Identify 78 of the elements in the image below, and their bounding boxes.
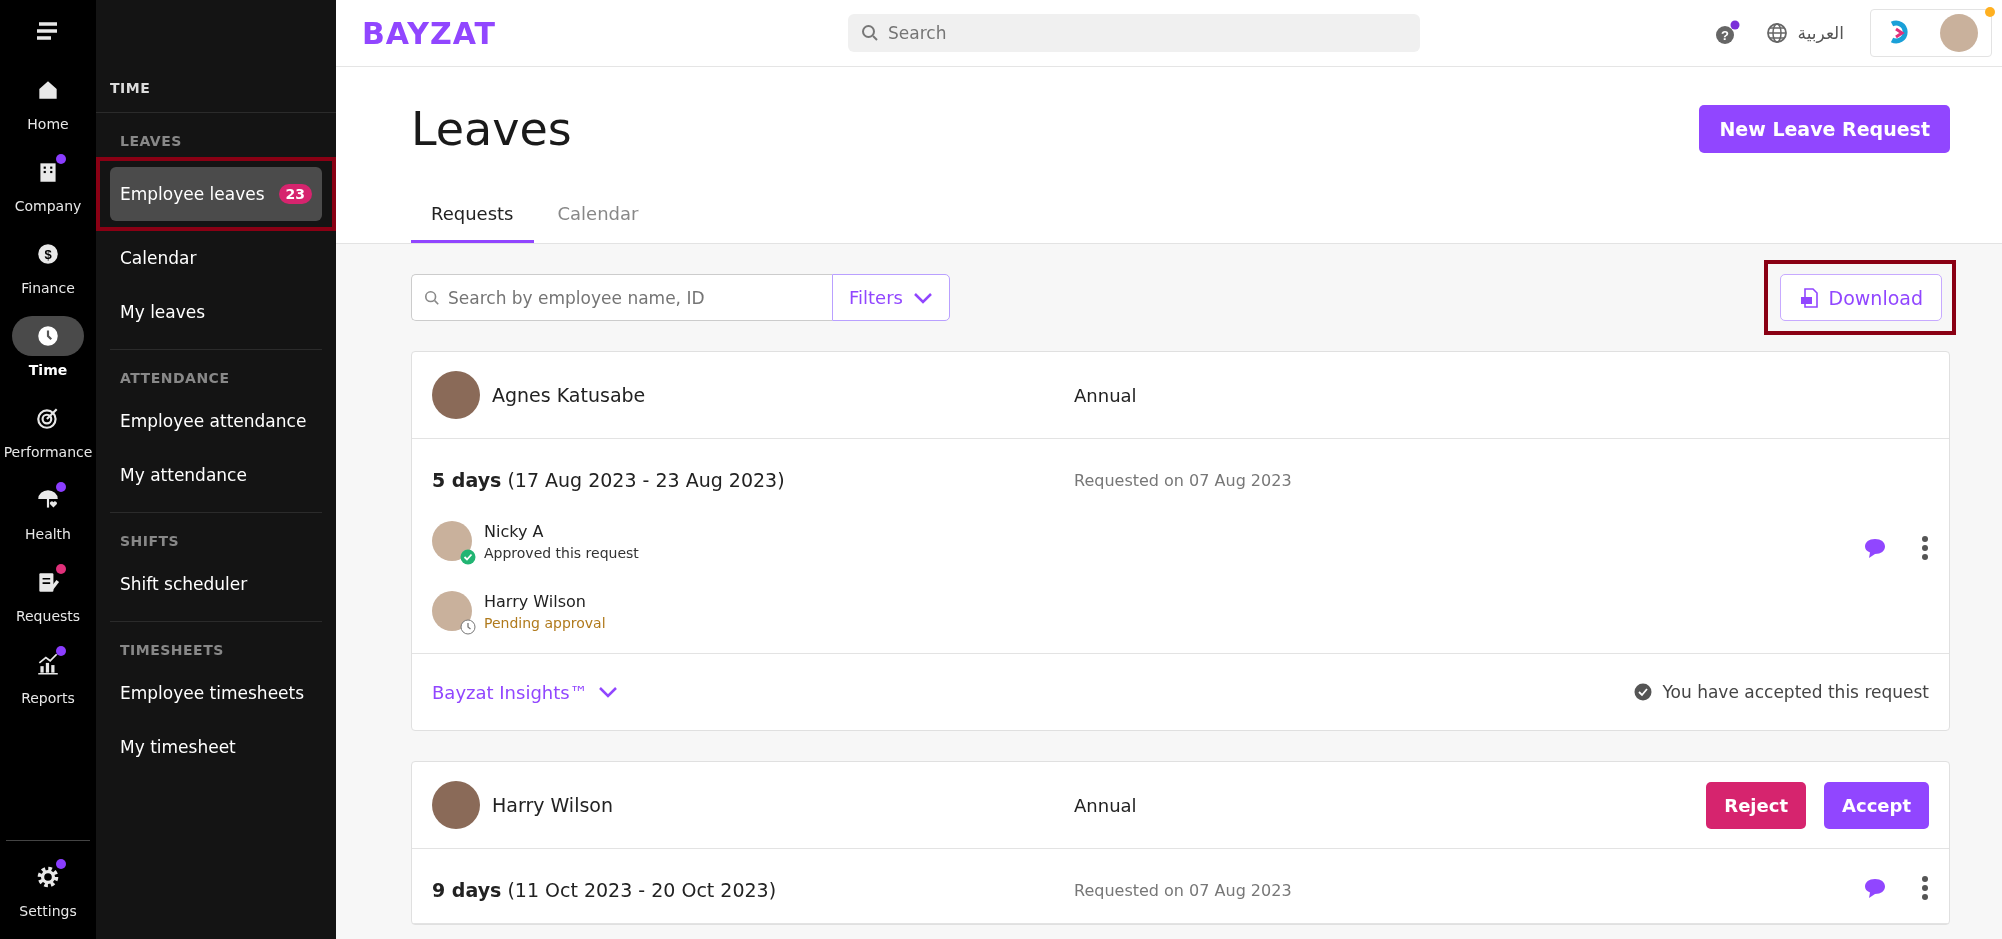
- leave-duration: 9 days (11 Oct 2023 - 20 Oct 2023): [432, 879, 778, 901]
- avatar: [432, 781, 480, 829]
- request-result: You have accepted this request: [1662, 682, 1929, 702]
- new-request-button[interactable]: New Leave Request: [1699, 105, 1950, 153]
- clock-icon: [35, 323, 61, 349]
- globe-icon: [1765, 22, 1788, 44]
- avatar: [432, 371, 480, 419]
- check-circle-icon: [1634, 683, 1653, 701]
- sidebar-item-label: Shift scheduler: [120, 574, 248, 594]
- count-badge: 23: [278, 184, 312, 204]
- sidebar-item[interactable]: My attendance: [110, 448, 322, 502]
- dollar-icon: $: [35, 241, 61, 267]
- nav-item[interactable]: Requests: [0, 562, 96, 644]
- sidebar-item[interactable]: My timesheet: [110, 720, 322, 774]
- filters-button[interactable]: Filters: [832, 274, 950, 321]
- sidebar-item-label: Employee leaves: [120, 184, 265, 204]
- insights-toggle[interactable]: Bayzat Insights™: [432, 681, 618, 703]
- group-heading: LEAVES: [119, 132, 183, 151]
- spreadsheet-file-icon: [1798, 286, 1819, 309]
- leave-type: Annual: [1074, 794, 1137, 816]
- employee-name: Harry Wilson: [492, 794, 613, 816]
- nav-item[interactable]: Time: [0, 316, 96, 398]
- comment-icon[interactable]: [1863, 877, 1887, 899]
- approver-name: Nicky A: [484, 521, 545, 541]
- accept-button[interactable]: Accept: [1824, 781, 1929, 829]
- sidebar-item-label: Employee timesheets: [120, 683, 305, 703]
- nav-item[interactable]: Health: [0, 480, 96, 562]
- nav-item[interactable]: Performance: [0, 398, 96, 480]
- avatar: [1940, 14, 1978, 52]
- approval-status: Pending approval: [484, 614, 606, 631]
- employee-name: Agnes Katusabe: [492, 384, 646, 406]
- group-heading: ATTENDANCE: [119, 369, 231, 388]
- request-date: Requested on 07 Aug 2023: [1074, 880, 1292, 901]
- sidebar-item[interactable]: Employee leaves 23: [110, 167, 322, 221]
- page-title: Leaves: [411, 102, 572, 156]
- tab[interactable]: Requests: [411, 189, 534, 243]
- leave-duration: 5 days (17 Aug 2023 - 23 Aug 2023): [432, 469, 786, 491]
- sidebar-item-label: My attendance: [120, 465, 247, 485]
- search-field[interactable]: Search by employee name, ID: [411, 274, 832, 321]
- sidebar-item[interactable]: My leaves: [110, 285, 322, 339]
- search-icon: [861, 24, 879, 42]
- nav-item[interactable]: Home: [0, 70, 96, 152]
- profile-switcher[interactable]: [1870, 9, 1992, 57]
- sidebar-item-label: Calendar: [120, 248, 197, 268]
- settings-icon: [35, 864, 61, 890]
- leave-type: Annual: [1074, 384, 1137, 406]
- more-options-icon[interactable]: [1921, 535, 1929, 561]
- language-link[interactable]: العربية: [1797, 23, 1844, 43]
- nav-item[interactable]: Reports: [0, 644, 96, 726]
- group-heading: SHIFTS: [119, 532, 181, 551]
- logo[interactable]: BAYZAT: [362, 15, 662, 51]
- search-field[interactable]: Search: [848, 14, 1420, 52]
- nav-item[interactable]: Settings: [0, 857, 96, 939]
- reject-button[interactable]: Reject: [1706, 781, 1807, 829]
- nav-item[interactable]: Company: [0, 152, 96, 234]
- request-date: Requested on 07 Aug 2023: [1074, 470, 1292, 492]
- sidebar-item-label: Employee attendance: [120, 411, 307, 431]
- status-dot: [1985, 7, 1995, 17]
- search-icon: [424, 289, 440, 306]
- download-button[interactable]: Download: [1779, 274, 1942, 321]
- tab[interactable]: Calendar: [537, 189, 659, 243]
- sidebar-item-label: My timesheet: [120, 737, 236, 757]
- approval-status: Approved this request: [484, 544, 639, 561]
- chevron-down-icon: [597, 686, 618, 698]
- chart-icon: [35, 651, 61, 677]
- approver-name: Harry Wilson: [484, 591, 587, 611]
- comment-icon[interactable]: [1863, 537, 1887, 559]
- sidebar-item[interactable]: Shift scheduler: [110, 557, 322, 611]
- more-options-icon[interactable]: [1921, 875, 1929, 901]
- sidebar-item[interactable]: Calendar: [110, 231, 322, 285]
- avatar: [432, 521, 472, 561]
- nav-item[interactable]: $ Finance: [0, 234, 96, 316]
- chevron-down-icon: [912, 291, 933, 304]
- sidebar-item[interactable]: Employee attendance: [110, 394, 322, 448]
- avatar: [432, 591, 472, 631]
- group-heading: TIMESHEETS: [119, 641, 225, 660]
- sidebar-item[interactable]: Employee timesheets: [110, 666, 322, 720]
- sidebar-item-label: My leaves: [120, 302, 206, 322]
